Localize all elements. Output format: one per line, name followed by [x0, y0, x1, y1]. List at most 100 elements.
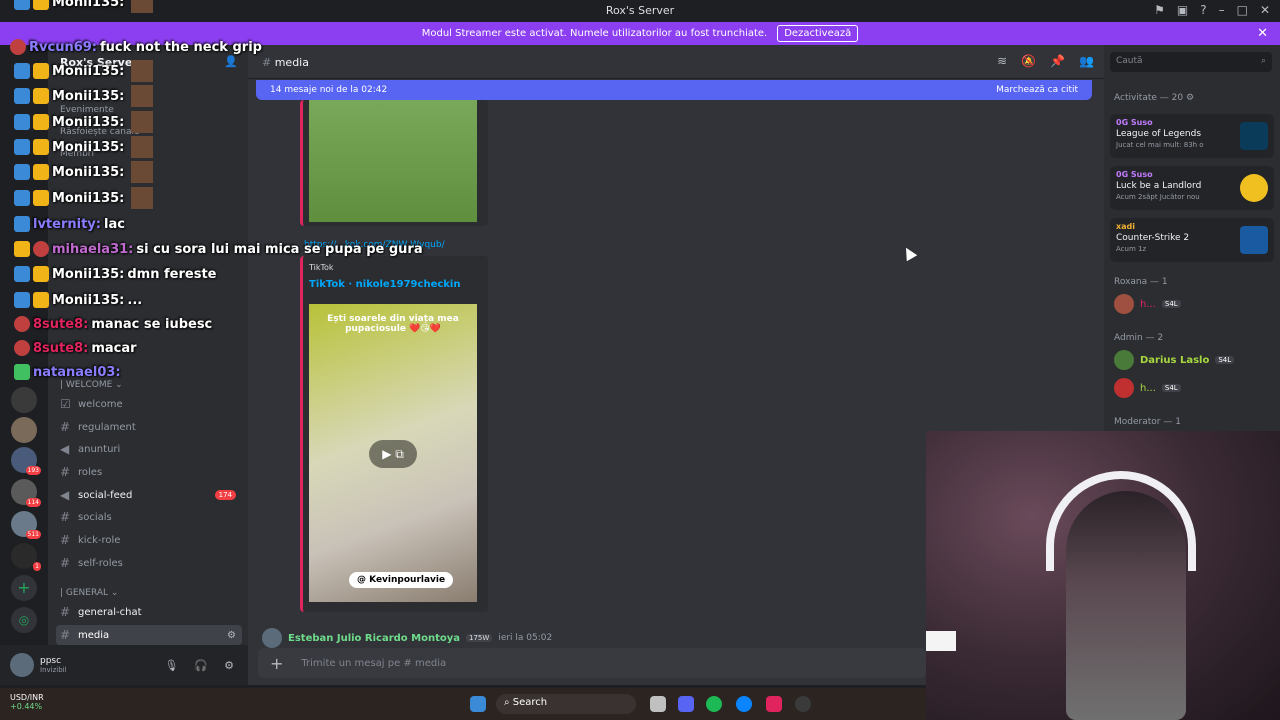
- guild-icon[interactable]: 1: [11, 543, 41, 571]
- server-header[interactable]: Rox's Server ⌄ 👤: [48, 45, 248, 81]
- close-banner-icon[interactable]: ✕: [1257, 26, 1268, 41]
- avatar[interactable]: [262, 628, 282, 648]
- menu-members[interactable]: Membri: [60, 149, 94, 159]
- channel-regulament[interactable]: # regulament: [56, 417, 242, 437]
- embed-video[interactable]: Ești soarele din viața mea pupaciosule ❤…: [309, 304, 477, 602]
- member-name: h...: [1140, 298, 1156, 310]
- user-tag: 175W: [466, 634, 493, 642]
- hash-icon: #: [60, 533, 71, 547]
- maximize-icon[interactable]: □: [1237, 3, 1248, 17]
- channel-self-roles[interactable]: # self-roles: [56, 553, 242, 573]
- server-name: Rox's Server: [60, 56, 138, 69]
- category-welcome[interactable]: | WELCOME ⌄: [60, 380, 123, 390]
- channel-roles[interactable]: # roles: [56, 462, 242, 482]
- search-input[interactable]: Caută ⌕: [1110, 52, 1272, 72]
- embed-title[interactable]: TikTok · nikole1979checkin: [309, 279, 460, 290]
- spotify-icon[interactable]: [706, 696, 722, 712]
- taskbar: USD/INR +0.44% ⌕ Search: [0, 688, 926, 720]
- channel-kick-role[interactable]: # kick-role: [56, 530, 242, 550]
- embed-provider: TikTok: [309, 263, 334, 272]
- channel-media[interactable]: # media ⚙: [56, 625, 242, 645]
- league-icon: [1240, 122, 1268, 150]
- guild-icon[interactable]: [11, 387, 37, 413]
- channel-label: regulament: [78, 421, 136, 433]
- user-settings-icon[interactable]: ⚙: [224, 659, 234, 672]
- message-time: ieri la 05:02: [498, 633, 553, 643]
- channel-label: kick-role: [78, 534, 121, 546]
- user-name: ppsc: [40, 656, 62, 666]
- guild-icon[interactable]: 511: [11, 511, 41, 539]
- ticker-change: +0.44%: [10, 702, 43, 711]
- help-icon[interactable]: ?: [1200, 3, 1206, 17]
- menu-events[interactable]: Evenimente: [60, 105, 114, 115]
- guild-icon[interactable]: 193: [11, 447, 41, 475]
- avatar: [1114, 294, 1134, 314]
- channel-general-chat[interactable]: # general-chat: [56, 602, 242, 622]
- channel-social-feed[interactable]: ◀ social-feed 174: [56, 485, 242, 505]
- channel-welcome[interactable]: ☑ welcome: [56, 394, 242, 414]
- avatar[interactable]: [10, 653, 34, 677]
- invite-icon[interactable]: 👤: [224, 55, 238, 68]
- disable-streamer-button[interactable]: Dezactivează: [777, 25, 859, 42]
- minimize-icon[interactable]: –: [1219, 3, 1225, 17]
- streamer-banner-text: Modul Streamer este activat. Numele util…: [421, 28, 768, 39]
- message-composer[interactable]: + Trimite un mesaj pe # media: [258, 648, 926, 678]
- guild-icon[interactable]: [11, 417, 37, 443]
- channel-settings-icon[interactable]: ⚙: [227, 630, 236, 641]
- coin-icon: [1240, 174, 1268, 202]
- file-explorer-icon[interactable]: [650, 696, 666, 712]
- stock-ticker[interactable]: USD/INR +0.44%: [10, 693, 44, 711]
- message-author[interactable]: Esteban Julio Ricardo Montoya: [288, 633, 460, 644]
- new-messages-bar[interactable]: 14 mesaje noi de la 02:42 Marchează ca c…: [256, 80, 1092, 100]
- window-title: Rox's Server: [605, 4, 675, 17]
- member-item[interactable]: Darius Laslo S4L: [1114, 349, 1235, 371]
- taskbar-search[interactable]: ⌕ Search: [496, 694, 636, 714]
- discover-icon[interactable]: ◎: [11, 607, 37, 633]
- discord-icon[interactable]: [678, 696, 694, 712]
- app-icon[interactable]: [766, 696, 782, 712]
- guild-badge: 511: [25, 530, 41, 539]
- guild-badge: 193: [25, 466, 41, 475]
- inbox-icon[interactable]: ⚑: [1154, 3, 1165, 17]
- channel-label: welcome: [78, 398, 123, 410]
- ring-light: [926, 631, 956, 651]
- edge-icon[interactable]: [736, 696, 752, 712]
- attached-photo[interactable]: [309, 100, 477, 222]
- add-server-icon[interactable]: +: [11, 575, 37, 601]
- hash-icon: #: [60, 465, 71, 479]
- channel-socials[interactable]: # socials: [56, 507, 242, 527]
- member-item[interactable]: h... S4L: [1114, 293, 1181, 315]
- member-item[interactable]: h... S4L: [1114, 377, 1181, 399]
- megaphone-icon: ◀: [60, 488, 70, 502]
- member-list-icon[interactable]: 👥: [1079, 54, 1094, 68]
- microphone-icon[interactable]: 🎙: [164, 659, 178, 672]
- pin-icon[interactable]: 📌: [1050, 54, 1065, 68]
- message-link[interactable]: https://...kok.com/ZNW Wvqub/: [304, 240, 445, 250]
- start-icon[interactable]: [470, 696, 486, 712]
- guild-icon[interactable]: 114: [11, 479, 41, 507]
- member-tag: S4L: [1215, 356, 1235, 364]
- activity-card[interactable]: 0G Suso Luck be a Landlord Acum 2săpt Ju…: [1110, 166, 1274, 210]
- role-header-roxana: Roxana — 1: [1114, 277, 1168, 287]
- counter-strike-icon: [1240, 226, 1268, 254]
- channel-anunturi[interactable]: ◀ anunturi: [56, 439, 242, 459]
- headset-icon[interactable]: 🎧: [194, 659, 208, 672]
- play-icon[interactable]: ▶ ⧉: [369, 440, 417, 468]
- threads-icon[interactable]: ≋: [997, 54, 1007, 68]
- menu-browse-channels[interactable]: Răsfoiește canale: [60, 127, 140, 137]
- obs-icon[interactable]: [795, 696, 811, 712]
- notifications-icon[interactable]: 🔕: [1021, 54, 1036, 68]
- mark-as-read-button[interactable]: Marchează ca citit: [996, 85, 1078, 95]
- add-attachment-icon[interactable]: +: [270, 654, 283, 673]
- channel-name: media: [274, 56, 309, 69]
- member-tag: S4L: [1161, 300, 1181, 308]
- close-window-icon[interactable]: ✕: [1260, 3, 1270, 17]
- screen-icon[interactable]: ▣: [1177, 3, 1188, 17]
- video-tag: @ Kevinpourlavie: [349, 572, 454, 588]
- activity-card[interactable]: xadi Counter-Strike 2 Acum 1z: [1110, 218, 1274, 262]
- activity-card[interactable]: 0G Suso League of Legends Jucat cel mai …: [1110, 114, 1274, 158]
- member-name: h...: [1140, 382, 1156, 394]
- category-general[interactable]: | GENERAL ⌄: [60, 588, 118, 598]
- channel-header: # media ≋ 🔕 📌 👥: [248, 45, 1104, 79]
- taskbar-search-label: Search: [512, 697, 548, 708]
